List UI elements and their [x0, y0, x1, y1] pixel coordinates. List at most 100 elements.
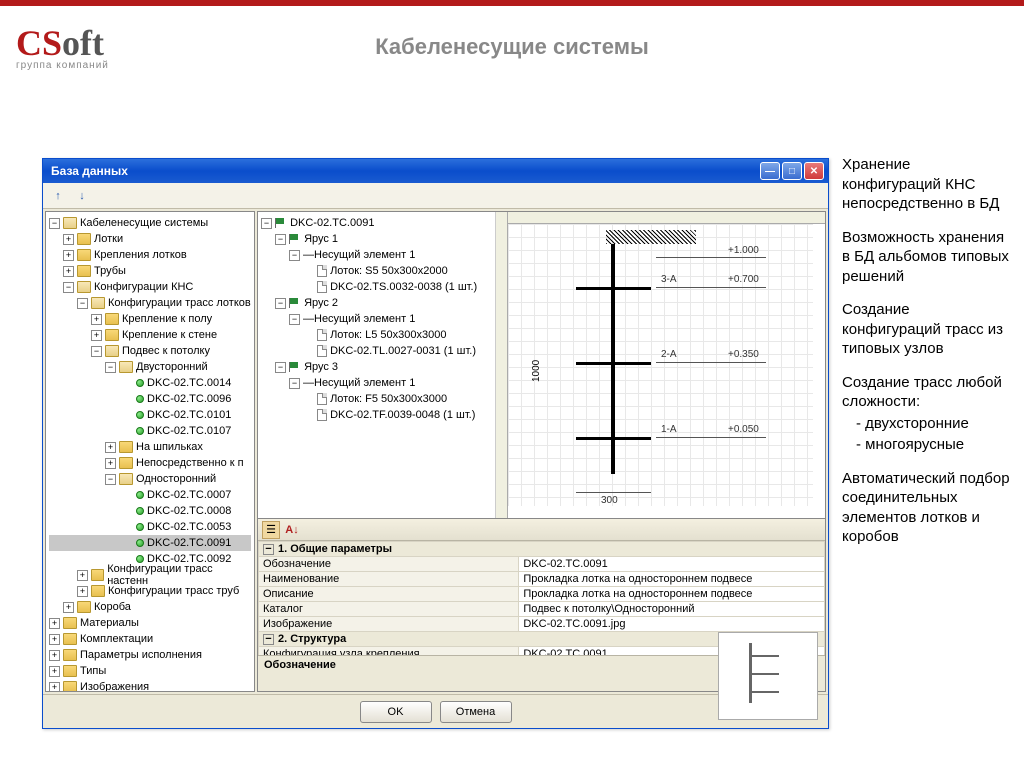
prop-value[interactable]: Подвес к потолку\Односторонний — [519, 602, 825, 617]
tree-item[interactable]: Крепление к полу — [122, 313, 212, 325]
tree-item[interactable]: Конфигурации трасс труб — [108, 585, 239, 597]
doc-icon — [317, 329, 327, 341]
cfg-elem[interactable]: Несущий элемент 1 — [314, 313, 415, 325]
tree-leaf[interactable]: DKC-02.TC.0008 — [147, 505, 231, 517]
leaf-icon — [136, 523, 144, 531]
dim-label: +0.700 — [728, 274, 759, 285]
ceiling-hatch — [606, 230, 696, 244]
folder-icon — [77, 601, 91, 613]
leaf-icon — [136, 507, 144, 515]
ok-button[interactable]: OK — [360, 701, 432, 723]
cfg-detail[interactable]: DKC-02.TS.0032-0038 (1 шт.) — [330, 281, 477, 293]
thumbnail-preview — [718, 632, 818, 720]
cfg-tier[interactable]: Ярус 2 — [304, 297, 338, 309]
tree-item[interactable]: Комплектации — [80, 633, 153, 645]
cfg-detail[interactable]: Лоток: S5 50x300x2000 — [330, 265, 448, 277]
nav-up-button[interactable] — [49, 187, 67, 205]
side-p4b: - многоярусные — [856, 435, 1012, 455]
toolbar — [43, 183, 828, 209]
close-button[interactable]: ✕ — [804, 162, 824, 180]
nav-down-button[interactable] — [73, 187, 91, 205]
cfg-detail[interactable]: DKC-02.TF.0039-0048 (1 шт.) — [330, 409, 475, 421]
prop-group[interactable]: 2. Структура — [278, 633, 346, 645]
nav-tree[interactable]: −Кабеленесущие системы +Лотки +Крепления… — [45, 211, 255, 692]
flag-icon — [275, 218, 287, 228]
doc-icon — [317, 281, 327, 293]
tree-item[interactable]: Непосредственно к п — [136, 457, 244, 469]
minimize-button[interactable]: — — [760, 162, 780, 180]
folder-icon — [119, 441, 133, 453]
tree-leaf[interactable]: DKC-02.TC.0107 — [147, 425, 231, 437]
tree-item[interactable]: Трубы — [94, 265, 126, 277]
prop-toolbar: ☰ A↓ — [258, 519, 825, 541]
tree-item[interactable]: Крепления лотков — [94, 249, 187, 261]
prop-value[interactable]: Прокладка лотка на одностороннем подвесе — [519, 587, 825, 602]
tree-item[interactable]: Материалы — [80, 617, 139, 629]
prop-name[interactable]: Конфигурация узла крепления — [259, 647, 519, 656]
cancel-button[interactable]: Отмена — [440, 701, 512, 723]
cfg-tier[interactable]: Ярус 3 — [304, 361, 338, 373]
cfg-detail[interactable]: Лоток: L5 50x300x3000 — [330, 329, 446, 341]
dim-label: +0.050 — [728, 424, 759, 435]
tree-leaf[interactable]: DKC-02.TC.0053 — [147, 521, 231, 533]
tree-item[interactable]: На шпильках — [136, 441, 203, 453]
doc-icon — [317, 393, 327, 405]
ruler-vertical — [496, 212, 508, 518]
doc-icon — [317, 345, 327, 357]
grid — [508, 224, 813, 506]
prop-name[interactable]: Описание — [259, 587, 519, 602]
dim-line — [656, 257, 766, 258]
cfg-elem[interactable]: Несущий элемент 1 — [314, 377, 415, 389]
tree-item[interactable]: Параметры исполнения — [80, 649, 202, 661]
tree-leaf[interactable]: DKC-02.TC.0101 — [147, 409, 231, 421]
prop-value[interactable]: DKC-02.TC.0091.jpg — [519, 617, 825, 632]
prop-group[interactable]: 1. Общие параметры — [278, 543, 392, 555]
side-p1: Хранение конфигураций КНС непосредственн… — [842, 155, 1012, 214]
prop-value[interactable]: DKC-02.TC.0091 — [519, 557, 825, 572]
folder-icon — [77, 249, 91, 261]
tree-item[interactable]: Односторонний — [136, 473, 216, 485]
prop-value[interactable]: Прокладка лотка на одностороннем подвесе — [519, 572, 825, 587]
tree-item[interactable]: Крепление к стене — [122, 329, 217, 341]
tree-item[interactable]: Конфигурации КНС — [94, 281, 193, 293]
tree-item[interactable]: Конфигурации трасс настенн — [107, 563, 251, 587]
tree-leaf[interactable]: DKC-02.TC.0007 — [147, 489, 231, 501]
sort-button[interactable]: A↓ — [283, 521, 301, 539]
slide-title: Кабеленесущие системы — [0, 34, 1024, 60]
tree-item[interactable]: Двусторонний — [136, 361, 208, 373]
tree-item[interactable]: Типы — [80, 665, 106, 677]
folder-icon — [91, 585, 105, 597]
prop-name[interactable]: Изображение — [259, 617, 519, 632]
dialog-buttons: OK Отмена — [43, 694, 828, 728]
tree-item[interactable]: Изображения — [80, 681, 149, 692]
tree-item[interactable]: Короба — [94, 601, 131, 613]
folder-icon — [119, 473, 133, 485]
titlebar: База данных — □ ✕ — [43, 159, 828, 183]
cfg-detail[interactable]: Лоток: F5 50x300x3000 — [330, 393, 447, 405]
leaf-icon — [136, 539, 144, 547]
tree-leaf[interactable]: DKC-02.TC.0096 — [147, 393, 231, 405]
tree-item[interactable]: Подвес к потолку — [122, 345, 210, 357]
doc-icon — [317, 265, 327, 277]
tree-item[interactable]: Лотки — [94, 233, 123, 245]
categorize-button[interactable]: ☰ — [262, 521, 280, 539]
cfg-root[interactable]: DKC-02.TC.0091 — [290, 217, 374, 229]
flag-icon — [289, 234, 301, 244]
tree-root[interactable]: Кабеленесущие системы — [80, 217, 208, 229]
prop-name[interactable]: Обозначение — [259, 557, 519, 572]
window-title: База данных — [51, 164, 128, 178]
prop-name[interactable]: Каталог — [259, 602, 519, 617]
side-p2: Возможность хранения в БД альбомов типов… — [842, 228, 1012, 287]
prop-name[interactable]: Наименование — [259, 572, 519, 587]
maximize-button[interactable]: □ — [782, 162, 802, 180]
diagram-viewport[interactable]: +1.000 3-А +0.700 2-А +0.350 1-А +0.050 … — [496, 212, 825, 518]
leaf-icon — [136, 411, 144, 419]
cfg-elem[interactable]: Несущий элемент 1 — [314, 249, 415, 261]
dim-line — [656, 287, 766, 288]
tree-item[interactable]: Конфигурации трасс лотков — [108, 297, 251, 309]
cfg-tier[interactable]: Ярус 1 — [304, 233, 338, 245]
cfg-detail[interactable]: DKC-02.TL.0027-0031 (1 шт.) — [330, 345, 476, 357]
tree-leaf[interactable]: DKC-02.TC.0014 — [147, 377, 231, 389]
config-tree[interactable]: − DKC-02.TC.0091 − Ярус 1 −— Несущий эле… — [258, 212, 496, 518]
tree-leaf-selected[interactable]: DKC-02.TC.0091 — [147, 537, 231, 549]
